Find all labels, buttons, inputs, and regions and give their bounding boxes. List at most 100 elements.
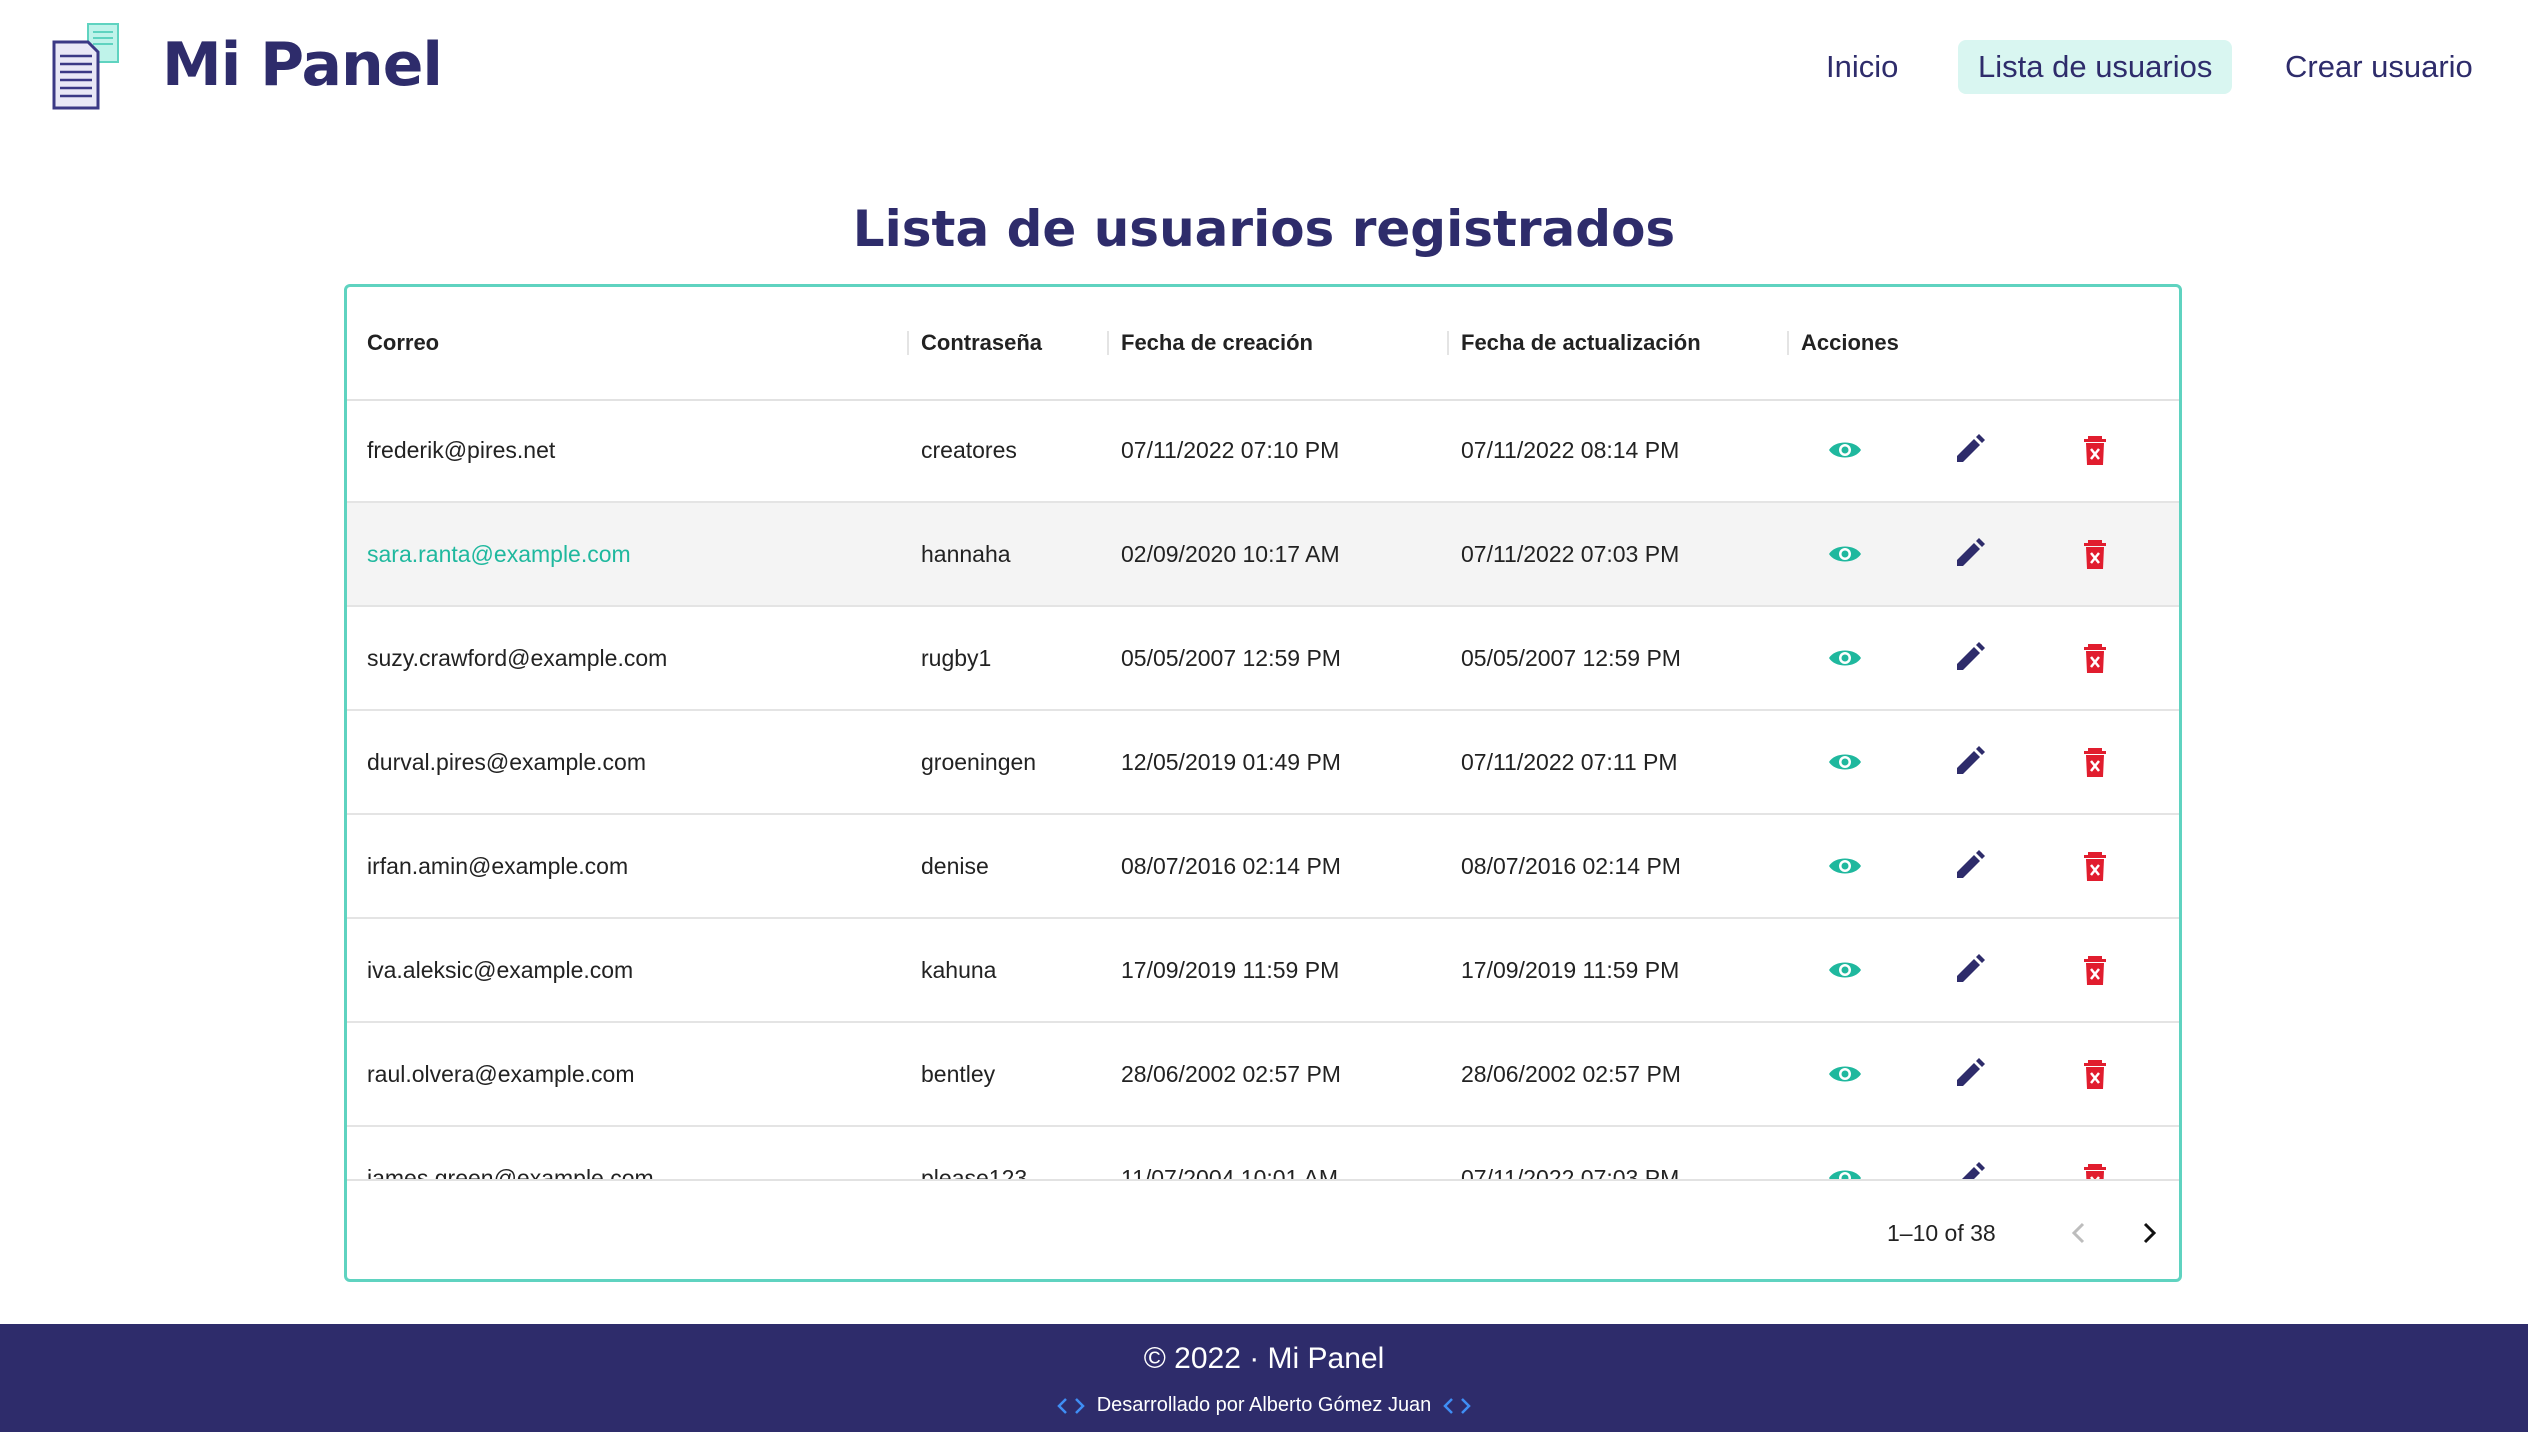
chevron-left-icon [2071, 1222, 2085, 1244]
document-logo-icon[interactable] [50, 22, 128, 110]
edit-user-button[interactable] [1949, 950, 1989, 990]
column-separator[interactable] [1107, 331, 1109, 355]
brand-title[interactable]: Mi Panel [162, 30, 443, 100]
eye-icon [1829, 1170, 1861, 1179]
table-footer: 1–10 of 38 [347, 1179, 2179, 1279]
cell-password: denise [921, 853, 989, 879]
cell-email: frederik@pires.net [367, 437, 556, 463]
pencil-icon [1957, 746, 1985, 774]
table-row[interactable]: sara.ranta@example.com hannaha 02/09/2020 … [347, 503, 2179, 607]
pencil-icon [1957, 1058, 1985, 1086]
cell-password: hannaha [921, 541, 1011, 567]
edit-user-button[interactable] [1949, 638, 1989, 678]
trash-icon [2084, 644, 2106, 673]
view-user-button[interactable] [1825, 1054, 1865, 1094]
cell-email: durval.pires@example.com [367, 749, 647, 775]
edit-user-button[interactable] [1949, 1158, 1989, 1179]
column-header-fecha-creacion[interactable]: Fecha de creación [1121, 287, 1313, 399]
cell-created: 11/07/2004 10:01 AM [1121, 1165, 1338, 1179]
column-header-correo[interactable]: Correo [367, 287, 439, 399]
pencil-icon [1957, 850, 1985, 878]
footer-developer-line: Desarrollado por Alberto Gómez Juan [0, 1394, 2528, 1417]
table-row[interactable]: suzy.crawford@example.com rugby1 05/05/200… [347, 607, 2179, 711]
cell-email: suzy.crawford@example.com [367, 645, 668, 671]
cell-email: sara.ranta@example.com [367, 541, 631, 567]
trash-icon [2084, 436, 2106, 465]
delete-user-button[interactable] [2075, 950, 2115, 990]
table-row[interactable]: raul.olvera@example.com bentley 28/06/2002… [347, 1023, 2179, 1127]
table-row[interactable]: frederik@pires.net creatores 07/11/2022 07… [347, 399, 2179, 503]
cell-password: rugby1 [921, 645, 992, 671]
delete-user-button[interactable] [2075, 430, 2115, 470]
next-page-button[interactable] [2127, 1211, 2171, 1255]
table-row[interactable]: durval.pires@example.com groeningen 12/05/… [347, 711, 2179, 815]
view-user-button[interactable] [1825, 846, 1865, 886]
edit-user-button[interactable] [1949, 430, 1989, 470]
cell-updated: 07/11/2022 07:03 PM [1461, 1165, 1680, 1179]
column-separator[interactable] [907, 331, 909, 355]
view-user-button[interactable] [1825, 638, 1865, 678]
trash-icon [2084, 1060, 2106, 1089]
pencil-icon [1957, 434, 1985, 462]
previous-page-button[interactable] [2057, 1211, 2101, 1255]
column-separator[interactable] [1447, 331, 1449, 355]
table-row[interactable]: james.green@example.com please123 11/07/20… [347, 1127, 2179, 1179]
eye-icon [1829, 858, 1861, 874]
cell-created: 17/09/2019 11:59 PM [1121, 957, 1340, 983]
cell-created: 02/09/2020 10:17 AM [1121, 541, 1340, 567]
table-header: Correo Contraseña Fecha de creación Fech… [347, 287, 2179, 401]
delete-user-button[interactable] [2075, 742, 2115, 782]
edit-user-button[interactable] [1949, 1054, 1989, 1094]
view-user-button[interactable] [1825, 950, 1865, 990]
cell-updated: 28/06/2002 02:57 PM [1461, 1061, 1681, 1087]
eye-icon [1829, 442, 1861, 458]
nav-lista-usuarios[interactable]: Lista de usuarios [1958, 40, 2233, 94]
app-header: Mi Panel Inicio Lista de usuarios Crear … [0, 0, 2528, 140]
cell-email: iva.aleksic@example.com [367, 957, 634, 983]
edit-user-button[interactable] [1949, 846, 1989, 886]
cell-created: 07/11/2022 07:10 PM [1121, 437, 1340, 463]
code-icon [1056, 1397, 1085, 1414]
table-row[interactable]: iva.aleksic@example.com kahuna 17/09/2019 … [347, 919, 2179, 1023]
cell-password: groeningen [921, 749, 1037, 775]
edit-user-button[interactable] [1949, 742, 1989, 782]
code-icon [1443, 1397, 1472, 1414]
cell-password: bentley [921, 1061, 996, 1087]
eye-icon [1829, 754, 1861, 770]
pagination-info: 1–10 of 38 [1887, 1220, 1996, 1246]
edit-user-button[interactable] [1949, 534, 1989, 574]
cell-created: 28/06/2002 02:57 PM [1121, 1061, 1341, 1087]
cell-email: james.green@example.com [367, 1165, 654, 1179]
pencil-icon [1962, 1162, 1985, 1179]
column-header-contrasena[interactable]: Contraseña [921, 287, 1042, 399]
delete-user-button[interactable] [2075, 638, 2115, 678]
nav-crear-usuario[interactable]: Crear usuario [2285, 38, 2473, 96]
cell-created: 08/07/2016 02:14 PM [1121, 853, 1341, 879]
view-user-button[interactable] [1825, 430, 1865, 470]
eye-icon [1829, 1066, 1861, 1082]
view-user-button[interactable] [1825, 1158, 1865, 1179]
column-header-fecha-actualizacion[interactable]: Fecha de actualización [1461, 287, 1701, 399]
cell-email: raul.olvera@example.com [367, 1061, 635, 1087]
pencil-icon [1957, 642, 1985, 670]
table-row[interactable]: irfan.amin@example.com denise 08/07/2016 0… [347, 815, 2179, 919]
trash-icon [2084, 956, 2106, 985]
nav-inicio[interactable]: Inicio [1826, 38, 1898, 96]
view-user-button[interactable] [1825, 742, 1865, 782]
trash-icon [2084, 540, 2106, 569]
trash-icon [2084, 852, 2106, 881]
pencil-icon [1957, 538, 1985, 566]
delete-user-button[interactable] [2075, 846, 2115, 886]
trash-icon [2084, 1164, 2106, 1179]
cell-password: please123 [921, 1165, 1028, 1179]
column-header-acciones: Acciones [1801, 330, 1899, 355]
app-footer: © 2022 · Mi Panel Desarrollado por Alber… [0, 1324, 2528, 1432]
cell-created: 12/05/2019 01:49 PM [1121, 749, 1341, 775]
cell-password: kahuna [921, 957, 997, 983]
delete-user-button[interactable] [2075, 534, 2115, 574]
eye-icon [1829, 650, 1861, 666]
view-user-button[interactable] [1825, 534, 1865, 574]
delete-user-button[interactable] [2075, 1054, 2115, 1094]
column-separator[interactable] [1787, 331, 1789, 355]
delete-user-button[interactable] [2075, 1158, 2115, 1179]
